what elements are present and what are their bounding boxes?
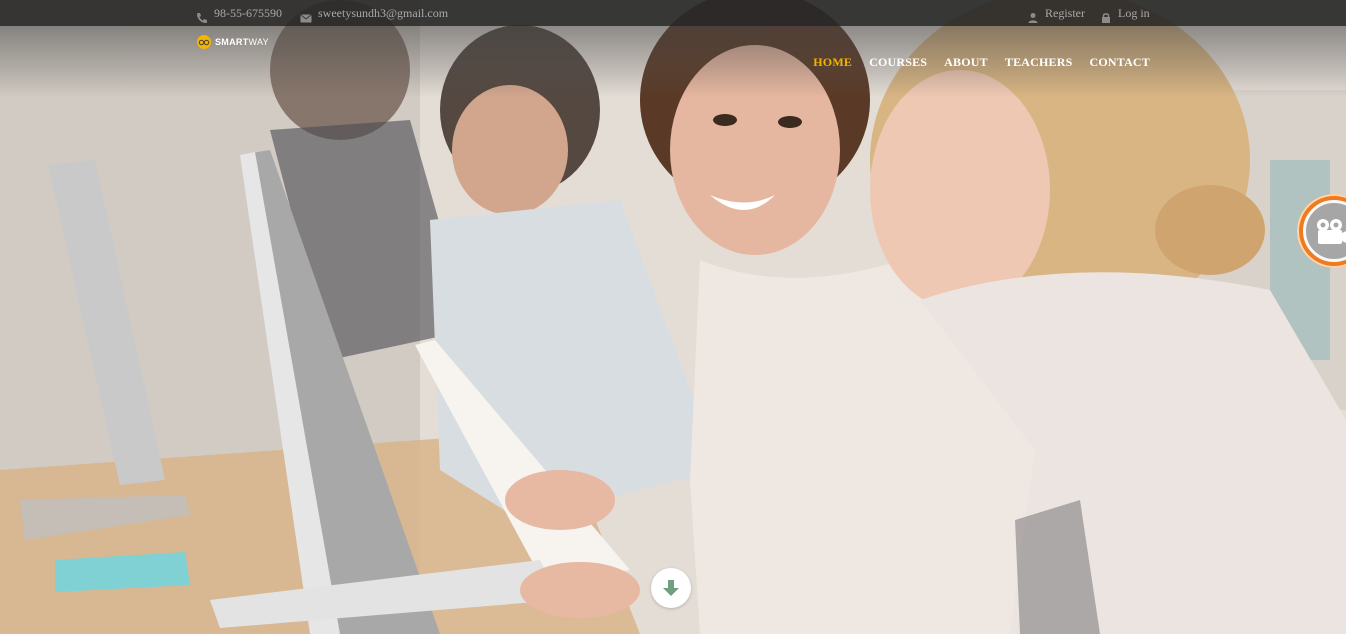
email-contact[interactable]: sweetysundh3@gmail.com	[300, 0, 448, 26]
primary-menu: HOME COURSES ABOUT TEACHERS CONTACT	[813, 55, 1150, 70]
phone-contact[interactable]: 98-55-675590	[196, 0, 282, 26]
scroll-down-button[interactable]	[651, 568, 691, 608]
login-link[interactable]: Log in	[1100, 0, 1150, 26]
video-widget-face	[1303, 200, 1346, 262]
nav-teachers[interactable]: TEACHERS	[1005, 55, 1073, 70]
nav-about[interactable]: ABOUT	[944, 55, 988, 70]
arrow-down-icon	[663, 580, 679, 596]
logo-text-smart: SMART	[215, 37, 249, 47]
lock-icon	[1100, 7, 1112, 23]
user-icon	[1027, 7, 1039, 23]
site-logo[interactable]: SMART WAY	[197, 35, 269, 49]
phone-number: 98-55-675590	[214, 6, 282, 20]
login-label: Log in	[1118, 6, 1150, 20]
register-label: Register	[1045, 6, 1085, 20]
nav-courses[interactable]: COURSES	[869, 55, 927, 70]
video-camera-icon	[1317, 219, 1346, 244]
nav-home[interactable]: HOME	[813, 55, 852, 70]
envelope-icon	[300, 7, 312, 23]
register-link[interactable]: Register	[1027, 0, 1085, 26]
email-address: sweetysundh3@gmail.com	[318, 6, 449, 20]
nav-contact[interactable]: CONTACT	[1089, 55, 1150, 70]
logo-text-way: WAY	[248, 37, 269, 47]
glasses-logo-icon	[197, 35, 211, 49]
main-navbar: SMART WAY HOME COURSES ABOUT TEACHERS CO…	[0, 26, 1346, 98]
phone-icon	[196, 7, 208, 23]
top-contact-bar: 98-55-675590 sweetysundh3@gmail.com Regi…	[0, 0, 1346, 26]
